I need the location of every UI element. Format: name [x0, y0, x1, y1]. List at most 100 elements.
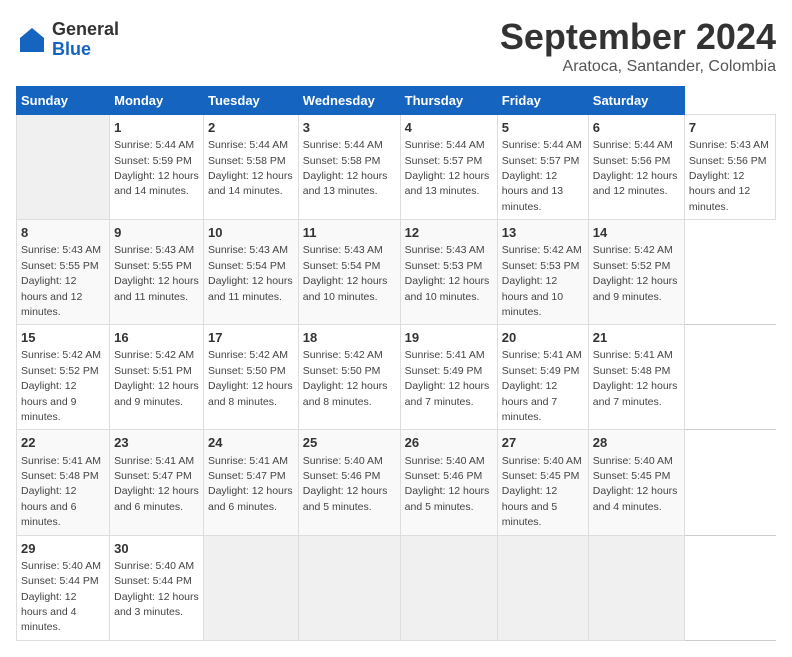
calendar-cell: 26Sunrise: 5:40 AMSunset: 5:46 PMDayligh…: [400, 430, 497, 535]
column-header-saturday: Saturday: [588, 87, 684, 115]
calendar-week-row: 8 Sunrise: 5:43 AMSunset: 5:55 PMDaylight…: [17, 220, 776, 325]
day-number: 17: [208, 329, 294, 347]
calendar-cell: 21 Sunrise: 5:41 AMSunset: 5:48 PMDayligh…: [588, 325, 684, 430]
day-info: Sunrise: 5:40 AMSunset: 5:46 PMDaylight:…: [303, 455, 388, 513]
logo-blue: Blue: [52, 40, 119, 60]
day-number: 21: [593, 329, 680, 347]
day-info: Sunrise: 5:42 AMSunset: 5:52 PMDaylight:…: [21, 349, 101, 423]
calendar-header-row: SundayMondayTuesdayWednesdayThursdayFrid…: [17, 87, 776, 115]
calendar-cell: 9Sunrise: 5:43 AMSunset: 5:55 PMDaylight…: [110, 220, 204, 325]
calendar-cell: 13 Sunrise: 5:42 AMSunset: 5:53 PMDayligh…: [497, 220, 588, 325]
calendar-cell: 2 Sunrise: 5:44 AMSunset: 5:58 PMDaylight…: [204, 115, 299, 220]
calendar-cell: 16Sunrise: 5:42 AMSunset: 5:51 PMDayligh…: [110, 325, 204, 430]
day-number: 27: [502, 434, 584, 452]
calendar-cell: 4 Sunrise: 5:44 AMSunset: 5:57 PMDaylight…: [400, 115, 497, 220]
column-header-wednesday: Wednesday: [298, 87, 400, 115]
calendar-cell: 19 Sunrise: 5:41 AMSunset: 5:49 PMDayligh…: [400, 325, 497, 430]
logo-text: General Blue: [52, 20, 119, 60]
day-info: Sunrise: 5:42 AMSunset: 5:53 PMDaylight:…: [502, 244, 582, 318]
day-info: Sunrise: 5:44 AMSunset: 5:58 PMDaylight:…: [208, 139, 293, 197]
logo-general: General: [52, 20, 119, 40]
calendar-cell: 20Sunrise: 5:41 AMSunset: 5:49 PMDayligh…: [497, 325, 588, 430]
day-info: Sunrise: 5:41 AMSunset: 5:47 PMDaylight:…: [208, 455, 293, 513]
column-header-thursday: Thursday: [400, 87, 497, 115]
calendar-week-row: 29 Sunrise: 5:40 AMSunset: 5:44 PMDayligh…: [17, 535, 776, 640]
day-info: Sunrise: 5:42 AMSunset: 5:51 PMDaylight:…: [114, 349, 199, 407]
day-info: Sunrise: 5:44 AMSunset: 5:59 PMDaylight:…: [114, 139, 199, 197]
day-number: 4: [405, 119, 493, 137]
day-info: Sunrise: 5:42 AMSunset: 5:50 PMDaylight:…: [208, 349, 293, 407]
calendar-table: SundayMondayTuesdayWednesdayThursdayFrid…: [16, 86, 776, 641]
calendar-cell: [400, 535, 497, 640]
calendar-cell: 18Sunrise: 5:42 AMSunset: 5:50 PMDayligh…: [298, 325, 400, 430]
calendar-cell: [298, 535, 400, 640]
calendar-cell: 6 Sunrise: 5:44 AMSunset: 5:56 PMDaylight…: [588, 115, 684, 220]
day-number: 29: [21, 540, 105, 558]
day-info: Sunrise: 5:42 AMSunset: 5:52 PMDaylight:…: [593, 244, 678, 302]
calendar-cell: 8 Sunrise: 5:43 AMSunset: 5:55 PMDaylight…: [17, 220, 110, 325]
logo: General Blue: [16, 20, 119, 60]
day-number: 13: [502, 224, 584, 242]
day-info: Sunrise: 5:44 AMSunset: 5:57 PMDaylight:…: [502, 139, 582, 213]
day-number: 18: [303, 329, 396, 347]
day-number: 30: [114, 540, 199, 558]
day-number: 19: [405, 329, 493, 347]
day-number: 8: [21, 224, 105, 242]
day-number: 1: [114, 119, 199, 137]
day-info: Sunrise: 5:40 AMSunset: 5:45 PMDaylight:…: [593, 455, 678, 513]
calendar-cell: [497, 535, 588, 640]
day-info: Sunrise: 5:41 AMSunset: 5:48 PMDaylight:…: [593, 349, 678, 407]
day-number: 11: [303, 224, 396, 242]
location-subtitle: Aratoca, Santander, Colombia: [500, 58, 776, 76]
day-number: 24: [208, 434, 294, 452]
calendar-cell: 28Sunrise: 5:40 AMSunset: 5:45 PMDayligh…: [588, 430, 684, 535]
day-info: Sunrise: 5:40 AMSunset: 5:44 PMDaylight:…: [21, 560, 101, 634]
calendar-cell: 14 Sunrise: 5:42 AMSunset: 5:52 PMDayligh…: [588, 220, 684, 325]
calendar-cell: 11 Sunrise: 5:43 AMSunset: 5:54 PMDayligh…: [298, 220, 400, 325]
day-number: 14: [593, 224, 680, 242]
column-header-monday: Monday: [110, 87, 204, 115]
day-info: Sunrise: 5:41 AMSunset: 5:47 PMDaylight:…: [114, 455, 199, 513]
day-number: 5: [502, 119, 584, 137]
day-number: 15: [21, 329, 105, 347]
calendar-cell: 5 Sunrise: 5:44 AMSunset: 5:57 PMDaylight…: [497, 115, 588, 220]
day-number: 6: [593, 119, 680, 137]
calendar-cell: 25 Sunrise: 5:40 AMSunset: 5:46 PMDayligh…: [298, 430, 400, 535]
calendar-cell: 27Sunrise: 5:40 AMSunset: 5:45 PMDayligh…: [497, 430, 588, 535]
day-info: Sunrise: 5:44 AMSunset: 5:56 PMDaylight:…: [593, 139, 678, 197]
day-info: Sunrise: 5:40 AMSunset: 5:44 PMDaylight:…: [114, 560, 199, 618]
calendar-cell: 7 Sunrise: 5:43 AMSunset: 5:56 PMDaylight…: [684, 115, 775, 220]
day-info: Sunrise: 5:43 AMSunset: 5:54 PMDaylight:…: [208, 244, 293, 302]
day-number: 26: [405, 434, 493, 452]
calendar-cell: 3 Sunrise: 5:44 AMSunset: 5:58 PMDaylight…: [298, 115, 400, 220]
day-number: 10: [208, 224, 294, 242]
calendar-cell: [588, 535, 684, 640]
calendar-cell: 23 Sunrise: 5:41 AMSunset: 5:47 PMDayligh…: [110, 430, 204, 535]
day-info: Sunrise: 5:43 AMSunset: 5:55 PMDaylight:…: [21, 244, 101, 318]
day-info: Sunrise: 5:44 AMSunset: 5:58 PMDaylight:…: [303, 139, 388, 197]
column-header-tuesday: Tuesday: [204, 87, 299, 115]
calendar-cell: 15 Sunrise: 5:42 AMSunset: 5:52 PMDayligh…: [17, 325, 110, 430]
day-number: 2: [208, 119, 294, 137]
calendar-cell: [204, 535, 299, 640]
logo-icon: [16, 24, 48, 56]
day-number: 12: [405, 224, 493, 242]
calendar-cell: 10 Sunrise: 5:43 AMSunset: 5:54 PMDayligh…: [204, 220, 299, 325]
calendar-cell: 29 Sunrise: 5:40 AMSunset: 5:44 PMDayligh…: [17, 535, 110, 640]
column-header-sunday: Sunday: [17, 87, 110, 115]
calendar-cell: 17 Sunrise: 5:42 AMSunset: 5:50 PMDayligh…: [204, 325, 299, 430]
day-number: 7: [689, 119, 771, 137]
day-number: 25: [303, 434, 396, 452]
column-header-friday: Friday: [497, 87, 588, 115]
calendar-week-row: 1 Sunrise: 5:44 AMSunset: 5:59 PMDaylight…: [17, 115, 776, 220]
calendar-week-row: 15 Sunrise: 5:42 AMSunset: 5:52 PMDayligh…: [17, 325, 776, 430]
day-number: 23: [114, 434, 199, 452]
day-info: Sunrise: 5:41 AMSunset: 5:49 PMDaylight:…: [405, 349, 490, 407]
day-info: Sunrise: 5:43 AMSunset: 5:54 PMDaylight:…: [303, 244, 388, 302]
day-info: Sunrise: 5:44 AMSunset: 5:57 PMDaylight:…: [405, 139, 490, 197]
day-info: Sunrise: 5:43 AMSunset: 5:55 PMDaylight:…: [114, 244, 199, 302]
day-number: 20: [502, 329, 584, 347]
calendar-cell: 22Sunrise: 5:41 AMSunset: 5:48 PMDayligh…: [17, 430, 110, 535]
day-info: Sunrise: 5:43 AMSunset: 5:56 PMDaylight:…: [689, 139, 769, 213]
day-number: 3: [303, 119, 396, 137]
